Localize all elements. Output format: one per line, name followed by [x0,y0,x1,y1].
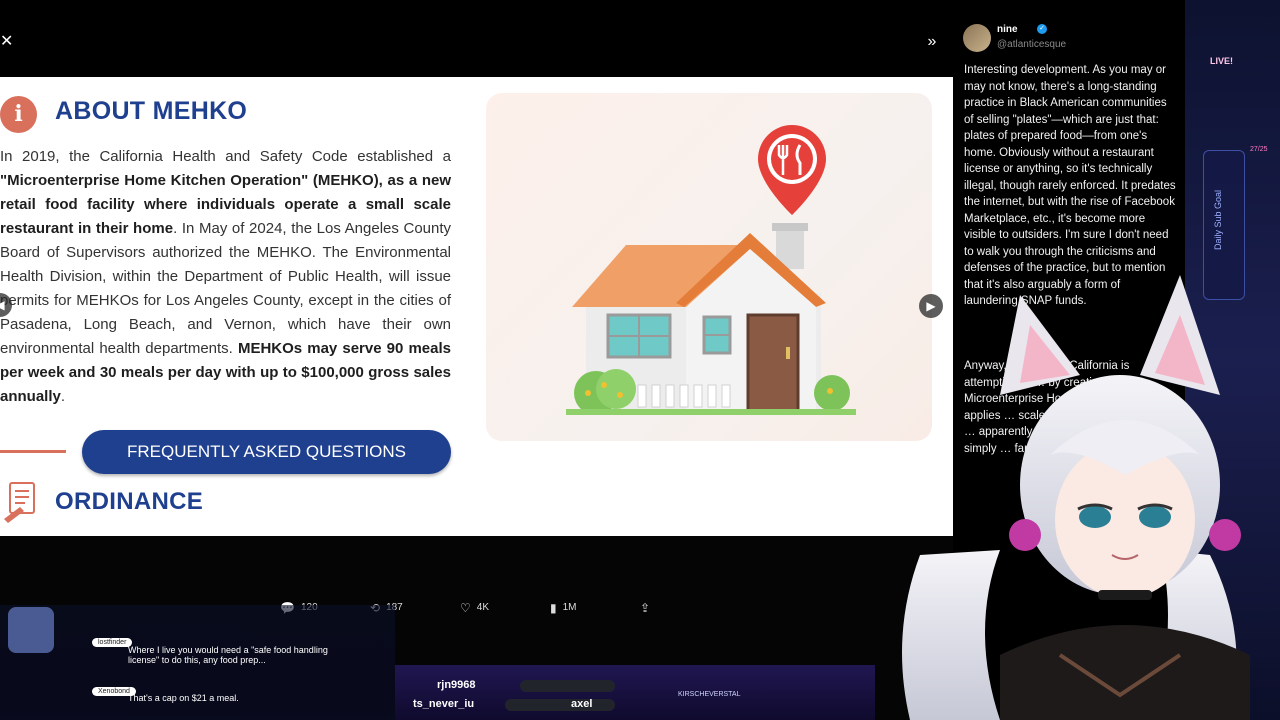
ticker-tag: KIRSCHEVERSTAL [678,691,741,698]
ticker-name: rjn9968 [437,679,476,691]
ticker-pill [505,699,615,711]
vtuber-avatar [902,275,1250,720]
share-button[interactable]: ⇪ [640,600,650,616]
author-handle[interactable]: @atlanticesque [997,39,1066,50]
avatar[interactable] [963,24,991,52]
view-count[interactable]: ▮ 1M [550,600,577,616]
chat-text: Where I live you would need a "safe food… [128,645,328,665]
ticker-name: ts_never_iu [413,698,475,710]
chat-text: That's a cap on $21 a meal. [128,693,239,703]
bar-chart-icon: ▮ [550,601,557,615]
document-icon [4,482,35,523]
house-icon [566,125,856,415]
house-illustration [486,93,932,441]
heart-icon: ♡ [460,601,471,615]
verified-icon: ✓ [1037,24,1047,34]
body-segment: . In May of 2024, the Los Angeles County… [0,220,452,357]
event-ticker: rjn9968 ts_never_iu axel KIRSCHEVERSTAL [395,665,875,720]
ticker-name: axel [571,698,593,710]
body-segment: In 2019, the California Health and Safet… [0,148,451,165]
close-lightbox-button[interactable]: ✕ [0,32,14,52]
like-count[interactable]: ♡ 4K [460,600,489,616]
goal-count: 27/25 [1250,146,1268,153]
ordinance-heading: ORDINANCE [55,488,204,515]
stream-chat: lostfinder Where I live you would need a… [0,605,395,720]
chat-logo [8,607,54,653]
chat-username: lostfinder [92,638,133,647]
divider-line [0,450,66,453]
chat-message: lostfinder [92,631,133,649]
about-body-text: In 2019, the California Health and Safet… [0,145,451,409]
live-badge: LIVE! [1210,56,1234,66]
ticker-pill [520,680,615,692]
info-icon: i [0,96,37,133]
faq-button[interactable]: FREQUENTLY ASKED QUESTIONS [82,430,451,474]
body-segment: . [60,388,66,405]
expand-replies-button[interactable]: » [922,32,942,52]
author-name[interactable]: nine [997,24,1018,35]
like-count-label: 4K [476,602,489,613]
post-image: i ABOUT MEHKO In 2019, the California He… [0,77,953,536]
view-count-label: 1M [562,602,577,613]
sub-goal-label: Daily Sub Goal [1213,189,1224,251]
about-heading: ABOUT MEHKO [55,97,248,125]
share-icon: ⇪ [640,601,651,615]
